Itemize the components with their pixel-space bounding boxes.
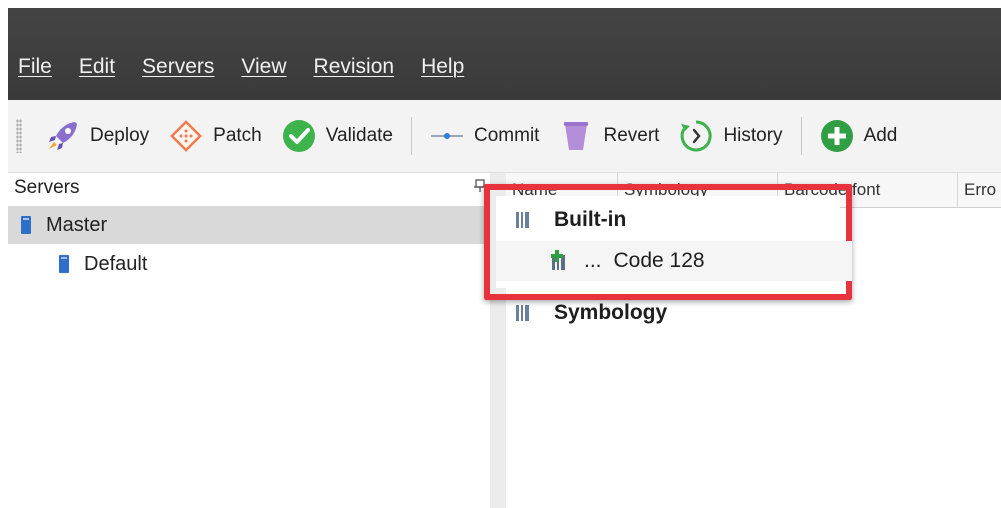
validate-label: Validate [325,125,394,146]
revert-icon [557,117,595,155]
servers-panel-title: Servers [14,177,80,198]
deploy-label: Deploy [90,125,150,146]
history-icon [677,117,715,155]
server-item-label: Default [84,252,148,275]
patch-icon [167,117,205,155]
menu-view[interactable]: View [241,55,286,87]
group-row-symbology[interactable]: Symbology [506,293,1001,333]
plus-icon [818,117,856,155]
server-item-default[interactable]: Default [8,245,490,283]
pin-icon[interactable] [474,179,488,193]
toolbar-separator [800,117,802,155]
revert-button[interactable]: Revert [549,114,669,158]
menu-help[interactable]: Help [421,55,464,87]
menu-bar: File Edit Servers View Revision Help [18,55,491,87]
toolbar: Deploy Patch Validate Commit Revert Hist… [8,100,1001,173]
commit-icon [428,117,466,155]
patch-button[interactable]: Patch [159,114,272,158]
history-label: History [723,125,783,146]
rocket-icon [44,117,82,155]
menu-servers[interactable]: Servers [142,55,214,87]
toolbar-separator [411,117,413,155]
barcode-grid: Name Symbology Barcode font Erro Symbolo… [506,173,1001,508]
server-icon [21,216,31,234]
column-header-symbology[interactable]: Symbology [618,173,778,207]
validate-button[interactable]: Validate [272,114,403,158]
server-icon [59,255,69,273]
panel-splitter[interactable] [490,173,507,508]
server-item-master[interactable]: Master [8,206,490,244]
toolbar-grip[interactable] [16,119,22,153]
commit-button[interactable]: Commit [420,114,549,158]
column-header-barcode-font[interactable]: Barcode font [778,173,958,207]
column-header-name[interactable]: Name [506,173,618,207]
application-window: File Edit Servers View Revision Help Dep… [0,0,1001,508]
history-button[interactable]: History [669,114,792,158]
revert-label: Revert [603,125,660,146]
add-button[interactable]: Add [810,114,908,158]
commit-label: Commit [474,125,540,146]
group-label: Symbology [554,301,668,324]
add-label: Add [863,125,898,146]
deploy-button[interactable]: Deploy [36,114,159,158]
checkmark-icon [280,117,318,155]
menu-file[interactable]: File [18,55,52,87]
menu-edit[interactable]: Edit [79,55,115,87]
menu-revision[interactable]: Revision [314,55,395,87]
column-header-row: Name Symbology Barcode font Erro [506,173,1001,208]
barcode-group-icon [516,305,529,321]
patch-label: Patch [213,125,262,146]
server-item-label: Master [46,213,108,236]
column-header-error[interactable]: Erro [958,173,1001,207]
servers-panel: Servers Master Default [8,173,491,508]
